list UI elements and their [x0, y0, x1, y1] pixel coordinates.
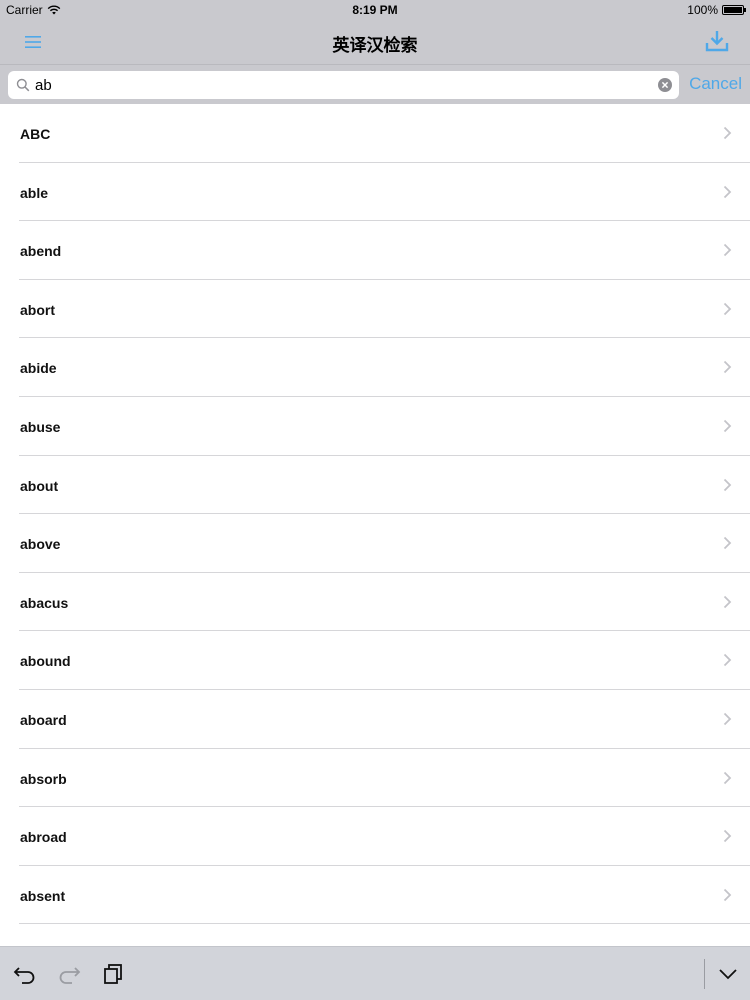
- status-right: 100%: [687, 3, 746, 17]
- result-word: above: [20, 536, 61, 553]
- result-row[interactable]: aboard: [0, 690, 750, 749]
- result-word: able: [20, 184, 49, 201]
- chevron-right-icon: [723, 126, 732, 140]
- result-row[interactable]: able: [0, 163, 750, 222]
- chevron-right-icon: [723, 771, 732, 784]
- chevron-right-icon: [723, 712, 732, 726]
- cancel-button[interactable]: Cancel: [689, 74, 742, 94]
- result-word: abroad: [20, 829, 67, 846]
- navigation-bar: 英译汉检索: [0, 20, 750, 64]
- chevron-right-icon: [723, 478, 732, 491]
- result-word: ABC: [20, 126, 51, 142]
- status-time: 8:19 PM: [352, 3, 398, 17]
- redo-icon: [59, 967, 81, 984]
- dismiss-keyboard-button[interactable]: [716, 963, 740, 985]
- search-icon: [16, 78, 30, 92]
- app-screen: Carrier 8:19 PM 100% 英译汉检索 ab Cancel ABC…: [0, 0, 750, 1000]
- search-bar: Cancel: [0, 64, 750, 104]
- result-row[interactable]: abide: [0, 338, 750, 397]
- result-row[interactable]: abuse: [0, 397, 750, 456]
- result-row[interactable]: abound: [0, 631, 750, 690]
- undo-icon: [13, 967, 35, 984]
- result-row[interactable]: above: [0, 514, 750, 573]
- battery-percent: 100%: [687, 3, 718, 17]
- download-button[interactable]: [704, 28, 730, 54]
- status-bar: Carrier 8:19 PM 100%: [0, 0, 750, 20]
- chevron-right-icon: [723, 829, 732, 843]
- results-list: ABC able abend abort abide abuse about above aba…: [0, 104, 750, 946]
- page-title: 英译汉检索: [332, 36, 418, 55]
- result-word: about: [20, 477, 59, 494]
- result-word: abound: [20, 653, 71, 670]
- toolbar-divider: [704, 959, 705, 989]
- result-row[interactable]: absent: [0, 866, 750, 925]
- undo-button[interactable]: [13, 963, 37, 985]
- download-icon: [705, 31, 729, 52]
- result-row[interactable]: ABC: [0, 104, 750, 163]
- result-row[interactable]: abort: [0, 280, 750, 339]
- chevron-right-icon: [723, 888, 732, 901]
- result-row[interactable]: absorb: [0, 749, 750, 808]
- result-row[interactable]: about: [0, 456, 750, 515]
- paste-button[interactable]: [102, 963, 126, 985]
- result-row[interactable]: abacus: [0, 573, 750, 632]
- result-word: abort: [20, 301, 55, 318]
- redo-button[interactable]: [57, 963, 81, 985]
- chevron-right-icon: [723, 654, 732, 667]
- result-row[interactable]: abroad: [0, 807, 750, 866]
- chevron-right-icon: [723, 595, 732, 608]
- result-word: absent: [20, 887, 66, 904]
- result-word: abuse: [20, 418, 61, 435]
- chevron-down-icon: [719, 969, 737, 980]
- chevron-right-icon: [723, 244, 732, 257]
- chevron-right-icon: [723, 537, 732, 550]
- result-word: abide: [20, 360, 57, 377]
- result-word: abend: [20, 243, 62, 260]
- chevron-right-icon: [723, 302, 732, 315]
- battery-icon: [722, 5, 746, 15]
- result-row[interactable]: abend: [0, 221, 750, 280]
- keyboard-toolbar: [0, 946, 750, 1000]
- result-word: abacus: [20, 594, 69, 611]
- chevron-right-icon: [723, 419, 732, 433]
- search-input[interactable]: [35, 75, 645, 95]
- chevron-right-icon: [723, 185, 732, 198]
- search-field[interactable]: [8, 71, 679, 99]
- chevron-right-icon: [723, 361, 732, 374]
- paste-icon: [104, 964, 122, 984]
- result-word: aboard: [20, 711, 67, 728]
- battery-fill: [724, 7, 742, 13]
- clear-search-icon[interactable]: [658, 78, 672, 92]
- result-word: absorb: [20, 770, 67, 787]
